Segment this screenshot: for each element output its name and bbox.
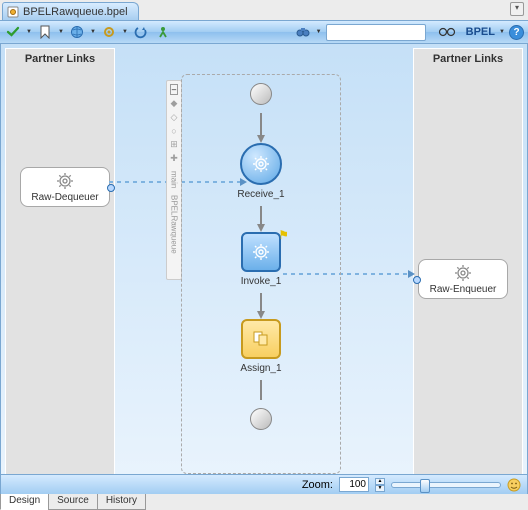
- arrow-right-icon: [408, 270, 415, 278]
- checkmark-icon: [6, 25, 20, 39]
- lane-title: Partner Links: [414, 53, 522, 65]
- zoom-spinner[interactable]: ▲ ▼: [375, 478, 385, 492]
- dropdown-arrow-icon[interactable]: ▼: [58, 29, 64, 35]
- gear-tool-button[interactable]: [100, 23, 118, 41]
- arrow-down-icon: [257, 311, 265, 319]
- dropdown-arrow-icon[interactable]: ▼: [122, 29, 128, 35]
- connector: [260, 293, 262, 311]
- minimize-panel-button[interactable]: ▾: [510, 2, 524, 16]
- partner-link-enqueuer[interactable]: Raw-Enqueuer: [418, 259, 508, 299]
- assign-label: Assign_1: [240, 363, 281, 374]
- globe-icon: [70, 25, 84, 39]
- glasses-icon: [438, 26, 456, 38]
- question-icon: ?: [513, 27, 519, 38]
- partner-links-left-lane: Partner Links Raw-Dequeuer: [5, 48, 115, 490]
- gear-icon: [251, 154, 271, 174]
- run-button[interactable]: [154, 23, 172, 41]
- partner-label: Raw-Dequeuer: [31, 192, 98, 203]
- refresh-icon: [134, 25, 148, 39]
- assign-activity[interactable]: [241, 319, 281, 359]
- palette-item[interactable]: ⊞: [170, 139, 178, 150]
- status-bar: Zoom: ▲ ▼: [1, 474, 527, 494]
- arrow-down-icon: [257, 135, 265, 143]
- bpel-canvas[interactable]: Partner Links Raw-Dequeuer Partner Links…: [0, 44, 528, 494]
- mode-label[interactable]: BPEL: [466, 26, 495, 38]
- invoke-label: Invoke_1: [241, 276, 282, 287]
- zoom-input[interactable]: [339, 477, 369, 492]
- tab-source[interactable]: Source: [48, 494, 98, 510]
- editor-toolbar: ▼ ▼ ▼ ▼ ▼ BPEL ▼ ?: [0, 20, 528, 44]
- editor-bottom-tabs: Design Source History: [0, 494, 145, 510]
- filter-button[interactable]: [294, 23, 312, 41]
- world-button[interactable]: [68, 23, 86, 41]
- help-button[interactable]: ?: [509, 25, 524, 40]
- spinner-down-icon[interactable]: ▼: [375, 485, 385, 492]
- bpel-file-icon: [7, 6, 19, 18]
- palette-process-label: BPELRawqueue: [170, 195, 179, 254]
- binoculars-icon: [295, 25, 311, 39]
- assign-icon: [251, 329, 271, 349]
- partner-label: Raw-Enqueuer: [430, 284, 497, 295]
- receive-label: Receive_1: [237, 189, 284, 200]
- palette-region-label: main: [170, 171, 179, 188]
- palette-item[interactable]: ○: [171, 126, 176, 136]
- slider-thumb[interactable]: [420, 479, 430, 493]
- refresh-button[interactable]: [132, 23, 150, 41]
- run-person-icon: [156, 25, 170, 39]
- palette-item[interactable]: ✚: [170, 153, 178, 164]
- invoke-activity[interactable]: ⚑: [241, 232, 281, 272]
- file-tab-label: BPELRawqueue.bpel: [23, 6, 128, 18]
- main-flow: Receive_1 ⚑ Invoke_1 Assign_1: [182, 75, 340, 473]
- gear-icon: [454, 264, 472, 282]
- breakpoint-flag-icon[interactable]: ⚑: [278, 228, 289, 242]
- tab-history[interactable]: History: [97, 494, 146, 510]
- validate-button[interactable]: [4, 23, 22, 41]
- start-endpoint[interactable]: [250, 83, 272, 105]
- connector: [260, 206, 262, 224]
- gear-icon: [56, 172, 74, 190]
- dropdown-arrow-icon[interactable]: ▼: [26, 29, 32, 35]
- dropdown-arrow-icon[interactable]: ▼: [90, 29, 96, 35]
- partner-link-dequeuer[interactable]: Raw-Dequeuer: [20, 167, 110, 207]
- tab-design[interactable]: Design: [0, 494, 49, 510]
- dropdown-arrow-icon[interactable]: ▼: [499, 29, 505, 35]
- status-icon[interactable]: [507, 478, 521, 492]
- palette-item[interactable]: ◇: [171, 112, 178, 123]
- output-port[interactable]: [107, 184, 115, 192]
- partner-links-right-lane: Partner Links Raw-Enqueuer: [413, 48, 523, 490]
- spinner-up-icon[interactable]: ▲: [375, 478, 385, 485]
- connector: [260, 113, 262, 135]
- bookmark-icon: [39, 25, 51, 39]
- receive-activity[interactable]: [240, 143, 282, 185]
- end-endpoint[interactable]: [250, 408, 272, 430]
- zoom-label: Zoom:: [302, 479, 333, 491]
- zoom-slider[interactable]: [391, 482, 501, 488]
- gear-small-icon: [102, 25, 116, 39]
- search-input[interactable]: [326, 24, 426, 41]
- collapse-icon[interactable]: –: [170, 84, 178, 95]
- gear-icon: [251, 242, 271, 262]
- activity-palette[interactable]: – ◆ ◇ ○ ⊞ ✚ main BPELRawqueue: [166, 80, 182, 280]
- connector: [260, 380, 262, 400]
- lane-title: Partner Links: [6, 53, 114, 65]
- file-tab[interactable]: BPELRawqueue.bpel: [2, 2, 139, 20]
- main-scope[interactable]: Receive_1 ⚑ Invoke_1 Assign_1: [181, 74, 341, 474]
- view-button[interactable]: [438, 23, 456, 41]
- editor-tab-bar: BPELRawqueue.bpel ▾: [0, 0, 528, 20]
- dropdown-arrow-icon[interactable]: ▼: [316, 29, 322, 35]
- palette-item[interactable]: ◆: [171, 98, 178, 109]
- arrow-down-icon: [257, 224, 265, 232]
- bookmark-button[interactable]: [36, 23, 54, 41]
